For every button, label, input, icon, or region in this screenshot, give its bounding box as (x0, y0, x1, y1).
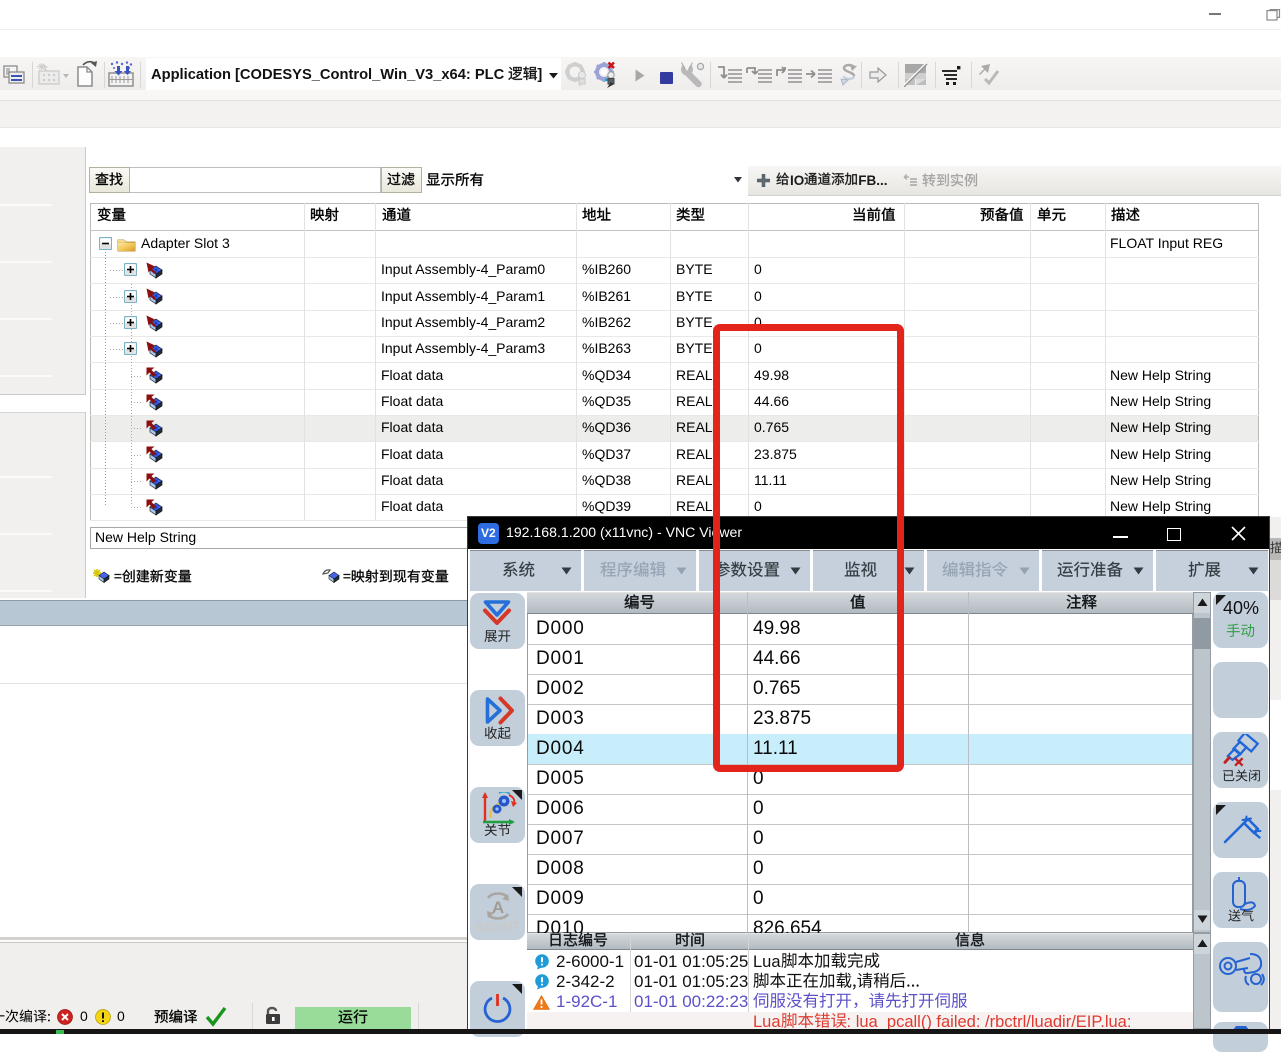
svg-text:A: A (492, 898, 504, 917)
